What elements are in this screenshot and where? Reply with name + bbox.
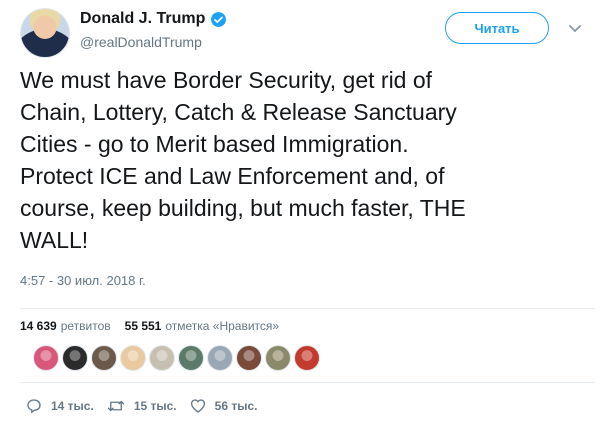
- liker-avatar[interactable]: [91, 345, 117, 371]
- liker-avatar[interactable]: [149, 345, 175, 371]
- liker-avatar[interactable]: [120, 345, 146, 371]
- display-name[interactable]: Donald J. Trump: [80, 10, 205, 28]
- reply-button[interactable]: 14 тыс.: [25, 397, 94, 415]
- like-button[interactable]: 56 тыс.: [189, 397, 258, 415]
- chevron-down-icon[interactable]: [565, 18, 585, 38]
- liker-avatars: [33, 345, 323, 371]
- liker-avatar[interactable]: [33, 345, 59, 371]
- liker-avatar[interactable]: [236, 345, 262, 371]
- reply-count: 14 тыс.: [51, 399, 94, 413]
- liker-avatar[interactable]: [265, 345, 291, 371]
- likes-count: 55 551: [124, 319, 162, 333]
- liker-avatar[interactable]: [62, 345, 88, 371]
- tweet-timestamp[interactable]: 4:57 - 30 июл. 2018 г.: [20, 273, 146, 288]
- likes-stat[interactable]: 55 551 отметка «Нравится»: [125, 319, 279, 333]
- retweets-count: 14 639: [20, 319, 57, 333]
- tweet-actions: 14 тыс. 15 тыс. 56 тыс.: [25, 397, 269, 415]
- likes-label: отметка «Нравится»: [165, 319, 280, 333]
- liker-avatar[interactable]: [207, 345, 233, 371]
- user-handle[interactable]: @realDonaldTrump: [80, 34, 202, 50]
- avatar[interactable]: [20, 8, 70, 58]
- retweet-count: 15 тыс.: [133, 399, 177, 413]
- retweets-label: ретвитов: [60, 319, 111, 333]
- tweet-header: Donald J. Trump @realDonaldTrump Читать: [20, 8, 595, 58]
- name-row: Donald J. Trump: [80, 10, 227, 28]
- liker-avatar[interactable]: [178, 345, 204, 371]
- tweet-text: We must have Border Security, get rid of…: [20, 67, 466, 253]
- follow-button[interactable]: Читать: [445, 12, 549, 44]
- reply-icon: [27, 399, 41, 414]
- retweet-icon: [107, 400, 125, 412]
- retweets-stat[interactable]: 14 639 ретвитов: [20, 319, 111, 333]
- heart-icon: [190, 399, 205, 413]
- like-count: 56 тыс.: [214, 399, 258, 413]
- divider: [20, 308, 595, 309]
- retweet-button[interactable]: 15 тыс.: [106, 397, 177, 415]
- verified-badge-icon: [211, 11, 227, 27]
- divider: [20, 382, 595, 383]
- tweet-stats: 14 639 ретвитов 55 551 отметка «Нравится…: [20, 319, 293, 333]
- liker-avatar[interactable]: [294, 345, 320, 371]
